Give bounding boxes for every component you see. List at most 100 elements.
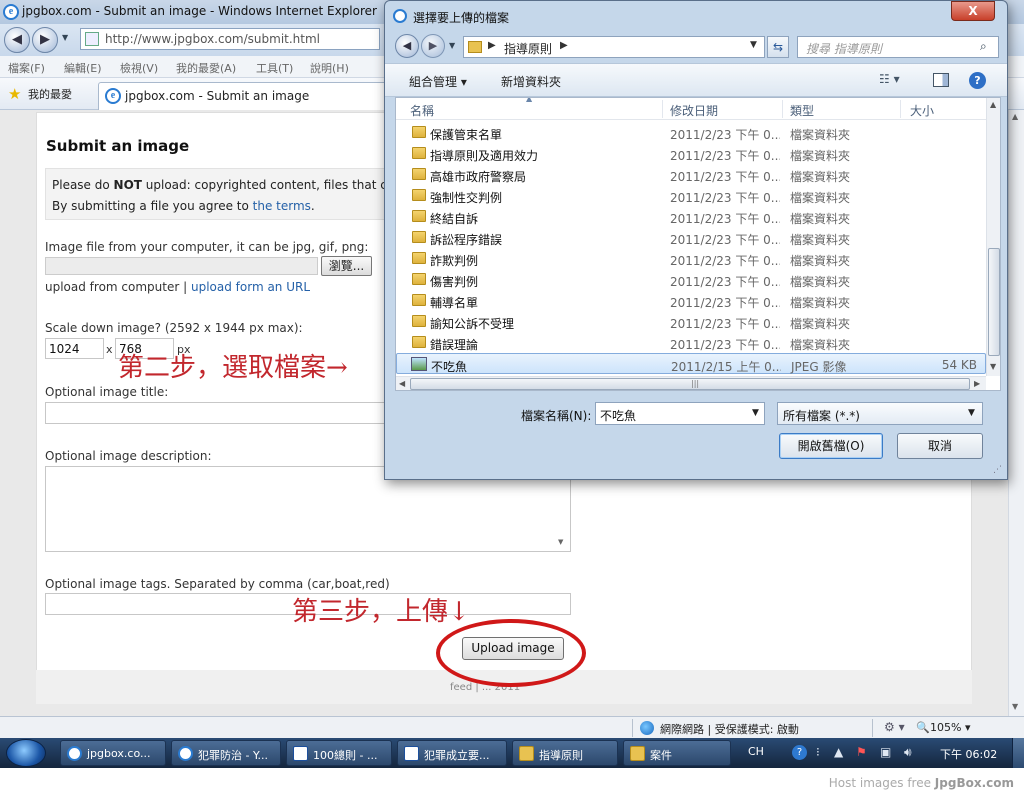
tray-expand-icon[interactable]: ▲ xyxy=(834,745,843,759)
file-row-folder[interactable]: 終結自訴 2011/2/23 下午 0... 檔案資料夾 xyxy=(396,206,986,227)
file-type: 檔案資料夾 xyxy=(790,275,851,289)
dialog-ie-icon xyxy=(393,9,407,23)
protected-mode-icon[interactable]: ⚙ ▾ xyxy=(884,720,905,734)
dialog-close-button[interactable]: X xyxy=(951,1,995,21)
column-divider[interactable] xyxy=(662,100,663,118)
menu-help[interactable]: 說明(H) xyxy=(310,60,349,76)
search-placeholder: 搜尋 指導原則 xyxy=(806,42,882,56)
menu-view[interactable]: 檢視(V) xyxy=(120,60,158,76)
taskbar-item-folder-cases[interactable]: 案件 xyxy=(623,740,731,766)
open-button[interactable]: 開啟舊檔(O) xyxy=(779,433,883,459)
scroll-up-icon[interactable]: ▲ xyxy=(990,100,996,109)
scroll-left-icon[interactable]: ◀ xyxy=(399,379,405,388)
file-row-folder[interactable]: 強制性交判例 2011/2/23 下午 0... 檔案資料夾 xyxy=(396,185,986,206)
column-name[interactable]: 名稱 xyxy=(410,102,434,119)
volume-icon[interactable]: 🔊︎ xyxy=(904,745,912,760)
organize-menu[interactable]: 組合管理 ▾ xyxy=(409,73,467,90)
menu-edit[interactable]: 編輯(E) xyxy=(64,60,102,76)
menu-tools[interactable]: 工具(T) xyxy=(256,60,293,76)
refresh-icon[interactable]: ⇆ xyxy=(767,36,789,58)
upload-url-link[interactable]: upload form an URL xyxy=(191,280,310,294)
show-desktop-button[interactable] xyxy=(1012,738,1024,768)
filename-input[interactable]: 不吃魚 ▼ xyxy=(595,402,765,425)
column-divider[interactable] xyxy=(900,100,901,118)
scroll-down-icon[interactable]: ▼ xyxy=(990,362,996,371)
scroll-up-icon[interactable]: ▲ xyxy=(1012,112,1018,121)
file-list-header: ▲ 名稱 修改日期 類型 大小 xyxy=(396,98,986,120)
new-folder-button[interactable]: 新增資料夾 xyxy=(501,73,561,90)
resize-grip-icon[interactable]: ⋰ xyxy=(993,465,1002,475)
dialog-back-arrow-icon[interactable]: ◀ xyxy=(395,34,419,58)
menu-file[interactable]: 檔案(F) xyxy=(8,60,45,76)
tray-options-icon[interactable]: ⁝ xyxy=(816,745,820,759)
view-options-icon[interactable]: ☷ ▾ xyxy=(879,72,900,86)
browser-tab[interactable]: e jpgbox.com - Submit an image xyxy=(98,82,388,110)
taskbar-item-ie-crime[interactable]: 犯罪防治 - Y... xyxy=(171,740,281,766)
file-row-folder[interactable]: 指導原則及適用效力 2011/2/23 下午 0... 檔案資料夾 xyxy=(396,143,986,164)
scale-width-input[interactable]: 1024 xyxy=(45,338,104,359)
folder-icon xyxy=(412,315,426,327)
scroll-right-icon[interactable]: ▶ xyxy=(974,379,980,388)
chevron-down-icon[interactable]: ▼ xyxy=(968,408,975,418)
favorites-button[interactable]: 我的最愛 xyxy=(28,86,72,102)
preview-pane-icon[interactable] xyxy=(933,73,949,87)
help-icon[interactable]: ? xyxy=(792,745,807,760)
column-size[interactable]: 大小 xyxy=(910,102,934,119)
file-row-folder[interactable]: 諭知公訴不受理 2011/2/23 下午 0... 檔案資料夾 xyxy=(396,311,986,332)
forward-arrow-icon[interactable]: ▶ xyxy=(32,27,58,53)
security-zone-text[interactable]: 網際網路 | 受保護模式: 啟動 xyxy=(660,721,799,737)
browse-button[interactable]: 瀏覽... xyxy=(321,256,372,276)
taskbar-item-folder-guidelines[interactable]: 指導原則 xyxy=(512,740,618,766)
filetype-select[interactable]: 所有檔案 (*.*) ▼ xyxy=(777,402,983,425)
scrollbar-thumb[interactable] xyxy=(988,248,1000,356)
taskbar-item-ie-jpgbox[interactable]: jpgbox.co... xyxy=(60,740,166,766)
cancel-button[interactable]: 取消 xyxy=(897,433,983,459)
file-row-folder[interactable]: 輔導名單 2011/2/23 下午 0... 檔案資料夾 xyxy=(396,290,986,311)
column-date[interactable]: 修改日期 xyxy=(670,102,718,119)
file-row-folder[interactable]: 錯誤理論 2011/2/23 下午 0... 檔案資料夾 xyxy=(396,332,986,353)
favorites-star-icon[interactable]: ★ xyxy=(8,85,21,103)
scrollbar-thumb[interactable]: ||| xyxy=(410,378,970,390)
network-icon[interactable]: ▣ xyxy=(880,745,891,759)
file-path-field[interactable] xyxy=(45,257,318,275)
chevron-right-icon[interactable]: ▶ xyxy=(560,40,568,51)
scroll-down-icon[interactable]: ▼ xyxy=(1012,702,1018,711)
recent-locations-icon[interactable]: ▼ xyxy=(449,41,455,50)
image-title-input[interactable] xyxy=(45,402,385,424)
menu-favorites[interactable]: 我的最愛(A) xyxy=(176,60,236,76)
terms-link[interactable]: the terms xyxy=(253,199,311,213)
column-type[interactable]: 類型 xyxy=(790,102,814,119)
taskbar-item-label: 案件 xyxy=(650,749,672,762)
action-center-icon[interactable]: ⚑ xyxy=(856,745,867,759)
dialog-forward-arrow-icon[interactable]: ▶ xyxy=(421,34,445,58)
history-dropdown-icon[interactable]: ▼ xyxy=(62,33,68,42)
system-clock[interactable]: 下午 06:02 xyxy=(940,746,997,762)
search-icon[interactable]: ⌕ xyxy=(980,39,987,54)
start-button-icon[interactable] xyxy=(6,739,46,767)
file-row-folder[interactable]: 高雄市政府警察局 2011/2/23 下午 0... 檔案資料夾 xyxy=(396,164,986,185)
file-row-folder[interactable]: 詐欺判例 2011/2/23 下午 0... 檔案資料夾 xyxy=(396,248,986,269)
breadcrumb-folder[interactable]: 指導原則 xyxy=(504,40,552,57)
taskbar-item-word-1[interactable]: 100總則 - ... xyxy=(286,740,392,766)
dialog-search-input[interactable]: 搜尋 指導原則 ⌕ xyxy=(797,36,999,58)
file-list-vertical-scrollbar[interactable]: ▲ ▼ xyxy=(986,98,1000,376)
chevron-down-icon[interactable]: ▼ xyxy=(752,408,759,418)
help-icon[interactable]: ? xyxy=(969,72,986,89)
chevron-down-icon[interactable]: ▼ xyxy=(750,40,757,50)
file-row-folder[interactable]: 傷害判例 2011/2/23 下午 0... 檔案資料夾 xyxy=(396,269,986,290)
chevron-right-icon[interactable]: ▶ xyxy=(488,40,496,51)
input-language-indicator[interactable]: CH xyxy=(748,745,764,758)
page-scrollbar[interactable]: ▲ ▼ xyxy=(1008,110,1024,716)
back-arrow-icon[interactable]: ◀ xyxy=(4,27,30,53)
file-row-folder[interactable]: 訴訟程序錯誤 2011/2/23 下午 0... 檔案資料夾 xyxy=(396,227,986,248)
address-bar[interactable]: http://www.jpgbox.com/submit.html xyxy=(80,28,380,50)
dialog-breadcrumb[interactable]: ▶ 指導原則 ▶ ▼ xyxy=(463,36,765,58)
file-row-image[interactable]: 不吃魚 2011/2/15 上午 0... JPEG 影像 54 KB xyxy=(396,353,986,374)
file-list-horizontal-scrollbar[interactable]: ◀ ||| ▶ xyxy=(396,376,986,390)
zoom-level[interactable]: 105% ▾ xyxy=(930,721,970,734)
file-row-folder[interactable]: 保護管束名單 2011/2/23 下午 0... 檔案資料夾 xyxy=(396,122,986,143)
textarea-scroll-down-icon[interactable]: ▼ xyxy=(558,538,563,546)
zoom-icon[interactable]: 🔍 xyxy=(916,721,930,734)
taskbar-item-word-2[interactable]: 犯罪成立要... xyxy=(397,740,507,766)
column-divider[interactable] xyxy=(782,100,783,118)
